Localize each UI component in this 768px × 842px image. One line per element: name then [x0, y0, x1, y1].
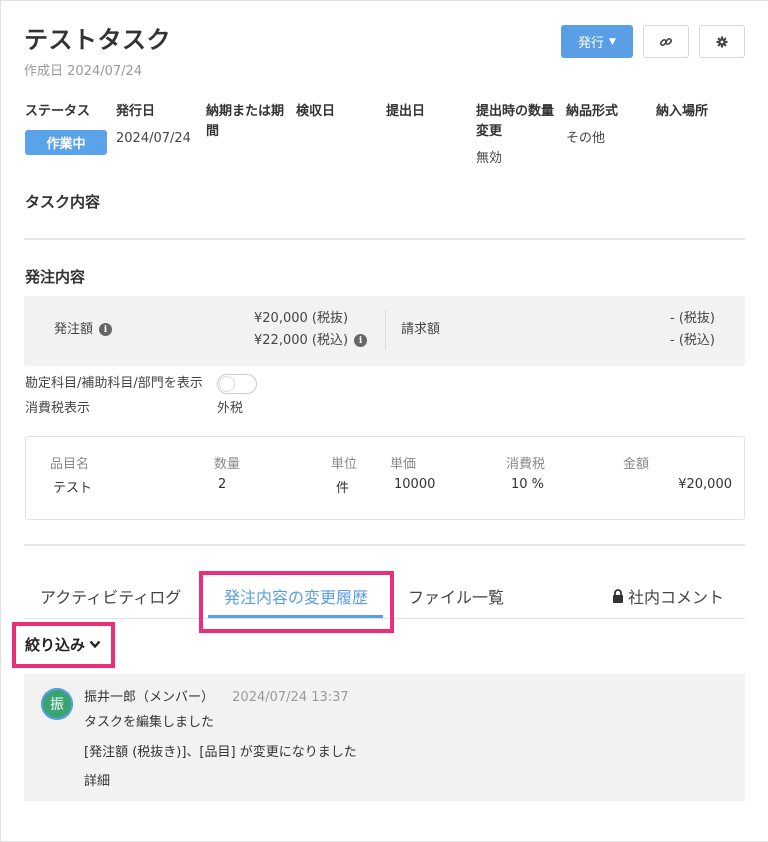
issue-button[interactable]: 発行 ▼: [561, 25, 633, 58]
caret-down-icon: ▼: [609, 36, 616, 47]
copy-link-button[interactable]: [643, 25, 689, 58]
created-value: 2024/07/24: [67, 64, 143, 79]
column-header-quantity: 数量: [214, 457, 241, 472]
due-label: 納期または期 間: [206, 102, 284, 142]
qty-change-label-line1: 提出時の数量: [476, 104, 555, 119]
delivery-format-value: その他: [566, 131, 606, 146]
submit-date-label: 提出日: [386, 104, 426, 119]
status-label: ステータス: [25, 104, 91, 119]
created-label: 作成日: [24, 64, 64, 79]
activity-datetime: 2024/07/24 13:37: [232, 690, 349, 705]
created-date: 作成日 2024/07/24: [24, 60, 142, 79]
item-quantity-cell: 2: [218, 477, 227, 492]
info-icon[interactable]: i: [354, 334, 368, 347]
divider: [24, 238, 745, 240]
qty-change-value: 無効: [476, 151, 503, 166]
order-box-divider: [385, 310, 386, 350]
delivery-format-label: 納品形式: [566, 104, 619, 119]
order-amount-label: 発注額: [54, 322, 94, 337]
order-amount-excl: ¥20,000 (税抜): [254, 311, 349, 326]
qty-change-label-line2: 変更: [476, 124, 503, 139]
activity-entry: 振 振井一郎（メンバー） 2024/07/24 13:37 タスクを編集しました…: [24, 674, 745, 801]
item-amount-cell: ¥20,000: [678, 477, 732, 492]
order-amount-incl: ¥22,000 (税込): [254, 333, 349, 348]
activity-details-link[interactable]: 詳細: [84, 770, 110, 789]
activity-user: 振井一郎（メンバー）: [84, 690, 215, 705]
item-unit-price-cell: 10000: [394, 477, 436, 492]
item-tax-cell: 10 %: [511, 477, 545, 492]
item-name-cell: テスト: [53, 481, 93, 496]
column-header-unit: 単位: [331, 457, 358, 472]
column-header-tax: 消費税: [506, 457, 546, 472]
column-header-item-name: 品目名: [50, 457, 90, 472]
status-badge: 作業中: [25, 130, 107, 155]
qty-change-label: 提出時の数量 変更: [476, 102, 554, 142]
due-label-line2: 間: [206, 124, 220, 139]
account-display-toggle[interactable]: [217, 374, 257, 394]
tab-internal-comments[interactable]: 社内コメント: [612, 584, 724, 608]
tab-activity-log[interactable]: アクティビティログ: [40, 584, 181, 608]
task-content-heading: タスク内容: [25, 193, 101, 211]
highlight-box: [12, 622, 115, 668]
tax-display-label: 消費税表示: [25, 401, 91, 416]
gear-icon: [716, 36, 728, 47]
delivery-place-label: 納入場所: [656, 104, 709, 119]
info-icon[interactable]: i: [99, 323, 113, 336]
divider: [24, 544, 745, 546]
due-label-line1: 納期または期: [206, 104, 285, 119]
tab-file-list[interactable]: ファイル一覧: [408, 584, 504, 608]
invoice-label: 請求額: [401, 322, 441, 337]
issue-date-value: 2024/07/24: [116, 131, 191, 146]
highlight-box: [199, 571, 394, 633]
order-amount-incl-wrap: ¥22,000 (税込) i: [254, 330, 368, 352]
activity-line-2: [発注額 (税抜き)]、[品目] が変更になりました: [84, 745, 357, 760]
items-table: 品目名 数量 単位 単価 消費税 金額 テスト 2 件 10000 10 % ¥…: [25, 436, 745, 520]
issue-button-label: 発行: [578, 36, 605, 51]
order-amount-label-wrap: 発注額 i: [54, 319, 113, 341]
item-unit-cell: 件: [336, 481, 350, 496]
link-icon: [659, 37, 673, 46]
column-header-amount: 金額: [623, 457, 650, 472]
invoice-excl: - (税抜): [670, 311, 715, 326]
lock-icon: [613, 589, 623, 603]
avatar: 振: [41, 688, 73, 720]
order-content-heading: 発注内容: [25, 268, 86, 286]
issue-date-label: 発行日: [116, 104, 156, 119]
toggle-knob: [219, 376, 235, 392]
activity-line-1: タスクを編集しました: [84, 715, 215, 730]
page-title: テストタスク: [24, 26, 171, 54]
tab-internal-comments-label: 社内コメント: [628, 588, 725, 607]
tax-display-value: 外税: [217, 401, 244, 416]
inspection-date-label: 検収日: [296, 104, 336, 119]
column-header-unit-price: 単価: [390, 457, 417, 472]
settings-button[interactable]: [699, 25, 745, 58]
order-amount-box: 発注額 i ¥20,000 (税抜) ¥22,000 (税込) i 請求額 - (税…: [24, 296, 745, 366]
activity-header: 振井一郎（メンバー） 2024/07/24 13:37: [84, 686, 349, 705]
invoice-incl: - (税込): [670, 333, 715, 348]
account-toggle-label: 勘定科目/補助科目/部門を表示: [25, 376, 203, 391]
